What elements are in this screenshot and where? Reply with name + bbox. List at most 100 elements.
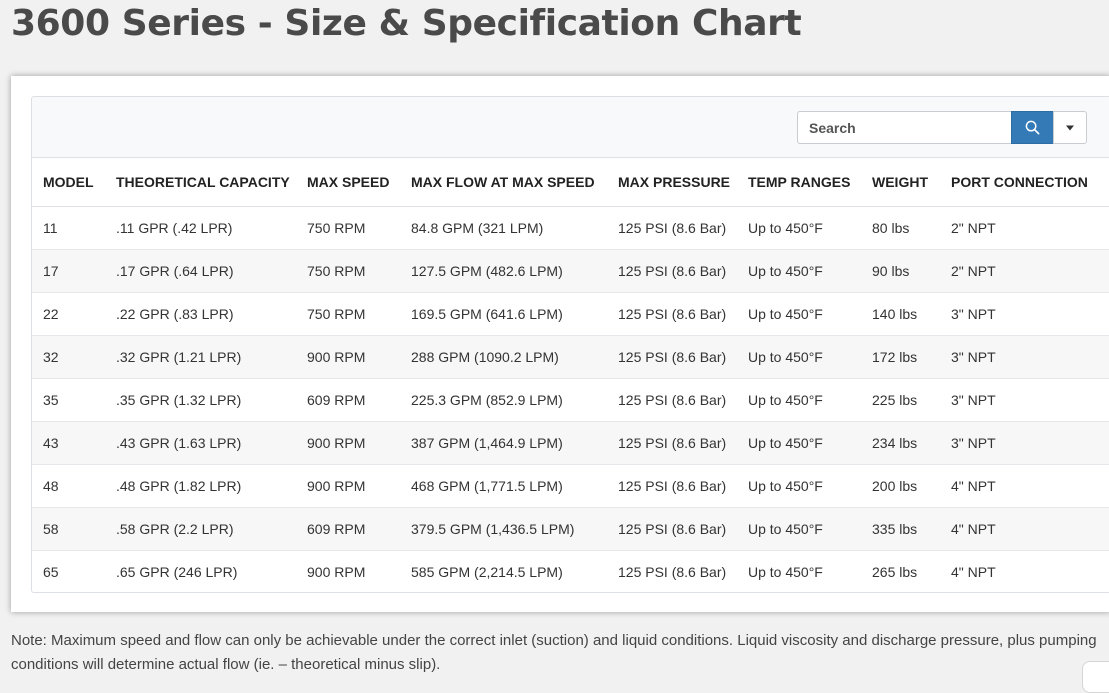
cell-model: 65 <box>43 563 59 580</box>
cell-max-speed: 750 RPM <box>296 206 400 250</box>
cell-port-connection: 3" NPT <box>940 421 1109 465</box>
cell-max-pressure: 125 PSI (8.6 Bar) <box>607 421 737 465</box>
cell-model: 58 <box>32 507 105 551</box>
cell-port-connection: 2" NPT <box>940 206 1109 250</box>
cell-theoretical-capacity: .11 GPR (.42 LPR) <box>105 206 296 250</box>
cell-max-flow: 169.5 GPM (641.6 LPM) <box>400 292 607 336</box>
column-header-max-pressure[interactable]: MAX PRESSURE <box>607 158 737 207</box>
column-header-weight[interactable]: WEIGHT <box>861 158 940 207</box>
columns-dropdown-button[interactable] <box>1053 111 1087 144</box>
cell-max-speed: 609 RPM <box>296 378 400 422</box>
caret-down-icon <box>1066 125 1074 130</box>
search-input[interactable] <box>797 111 1012 144</box>
cell-weight: 234 lbs <box>861 421 940 465</box>
cell-port-connection: 3" NPT <box>940 335 1109 379</box>
table-row: 35.35 GPR (1.32 LPR) 609 RPM 225.3 GPM (85… <box>32 378 1109 422</box>
cell-weight: 265 lbs <box>872 563 918 580</box>
cell-weight: 172 lbs <box>861 335 940 379</box>
cell-temp-ranges: Up to 450°F <box>737 292 861 336</box>
cell-max-speed: 750 RPM <box>296 292 400 336</box>
cell-max-flow: 225.3 GPM (852.9 LPM) <box>400 378 607 422</box>
spec-card: MODELTHEORETICAL CAPACITYMAX SPEEDMAX FL… <box>11 76 1109 612</box>
cell-temp-ranges: Up to 450°F <box>737 206 861 250</box>
cell-port-connection: 3" NPT <box>940 292 1109 336</box>
cell-model: 48 <box>32 464 105 508</box>
table-toolbar <box>32 97 1109 158</box>
column-header-max-speed[interactable]: MAX SPEED <box>296 158 400 207</box>
cell-max-flow: 379.5 GPM (1,436.5 LPM) <box>400 507 607 551</box>
cell-theoretical-capacity: .58 GPR (2.2 LPR) <box>105 507 296 551</box>
cell-port-connection: 3" NPT <box>940 378 1109 422</box>
cell-max-pressure: 125 PSI (8.6 Bar) <box>607 206 737 250</box>
column-header-theoretical-capacity[interactable]: THEORETICAL CAPACITY <box>105 158 296 207</box>
cell-model: 32 <box>32 335 105 379</box>
cell-temp-ranges: Up to 450°F <box>737 421 861 465</box>
cell-max-flow: 127.5 GPM (482.6 LPM) <box>400 249 607 293</box>
header-row: MODEL THEORETICAL CAPACITY MAX SPEED MAX FL… <box>32 158 1109 207</box>
cell-max-speed: 900 RPM <box>296 335 400 379</box>
column-header-port-connection[interactable]: PORT CONNECTION <box>940 158 1109 207</box>
column-header-model[interactable]: MODEL <box>32 158 105 207</box>
cell-theoretical-capacity: .48 GPR (1.82 LPR) <box>105 464 296 508</box>
table-row: 65 .65 GPR (246 LPR) 900 RPM 585 GPM (2,214… <box>32 550 1109 592</box>
column-header-temp-ranges[interactable]: TEMP RANGES <box>737 158 861 207</box>
cell-max-speed: 900 RPM <box>296 421 400 465</box>
cell-max-flow: 585 GPM (2,214.5 LPM) <box>411 563 563 580</box>
cell-max-pressure: 125 PSI (8.6 Bar) <box>607 249 737 293</box>
table-row: 11.11 GPR (.42 LPR) 750 RPM 84.8 GPM (321 … <box>32 206 1109 250</box>
cell-max-speed: 609 RPM <box>296 507 400 551</box>
footnote: Note: Maximum speed and flow can only be… <box>11 632 1097 673</box>
cell-port-connection: 4" NPT <box>951 563 996 580</box>
cell-model: 11 <box>32 206 105 250</box>
table-body: 11.11 GPR (.42 LPR) 750 RPM 84.8 GPM (321 … <box>32 206 1109 592</box>
cell-max-speed: 750 RPM <box>296 249 400 293</box>
cell-max-pressure: 125 PSI (8.6 Bar) <box>618 563 727 580</box>
floating-widget[interactable] <box>1082 661 1109 693</box>
cell-max-flow: 288 GPM (1090.2 LPM) <box>400 335 607 379</box>
table-row: 32.32 GPR (1.21 LPR) 900 RPM 288 GPM (1090… <box>32 335 1109 379</box>
cell-model: 22 <box>32 292 105 336</box>
table-row: 43.43 GPR (1.63 LPR) 900 RPM 387 GPM (1,46… <box>32 421 1109 465</box>
cell-max-pressure: 125 PSI (8.6 Bar) <box>607 464 737 508</box>
cell-theoretical-capacity: .17 GPR (.64 LPR) <box>105 249 296 293</box>
cell-weight: 335 lbs <box>861 507 940 551</box>
spec-table: MODEL THEORETICAL CAPACITY MAX SPEED MAX FL… <box>32 158 1109 592</box>
cell-max-flow: 468 GPM (1,771.5 LPM) <box>400 464 607 508</box>
page-title: 3600 Series - Size & Specification Chart <box>11 3 802 44</box>
cell-max-speed: 900 RPM <box>307 563 366 580</box>
cell-temp-ranges: Up to 450°F <box>737 335 861 379</box>
cell-weight: 80 lbs <box>861 206 940 250</box>
cell-temp-ranges: Up to 450°F <box>737 464 861 508</box>
cell-weight: 90 lbs <box>861 249 940 293</box>
cell-weight: 140 lbs <box>861 292 940 336</box>
table-panel: MODELTHEORETICAL CAPACITYMAX SPEEDMAX FL… <box>31 96 1109 593</box>
column-header-max-flow[interactable]: MAX FLOW AT MAX SPEED <box>400 158 607 207</box>
cell-weight: 200 lbs <box>861 464 940 508</box>
cell-model: 43 <box>32 421 105 465</box>
cell-model: 35 <box>32 378 105 422</box>
cell-max-flow: 387 GPM (1,464.9 LPM) <box>400 421 607 465</box>
cell-max-pressure: 125 PSI (8.6 Bar) <box>607 378 737 422</box>
search-button[interactable] <box>1011 111 1054 144</box>
cell-theoretical-capacity: .65 GPR (246 LPR) <box>116 563 238 580</box>
cell-temp-ranges: Up to 450°F <box>737 378 861 422</box>
table-row: 48.48 GPR (1.82 LPR) 900 RPM 468 GPM (1,77… <box>32 464 1109 508</box>
cell-max-pressure: 125 PSI (8.6 Bar) <box>607 507 737 551</box>
cell-theoretical-capacity: .43 GPR (1.63 LPR) <box>105 421 296 465</box>
cell-temp-ranges: Up to 450°F <box>737 249 861 293</box>
table-row: 58.58 GPR (2.2 LPR) 609 RPM 379.5 GPM (1,4… <box>32 507 1109 551</box>
cell-model: 17 <box>32 249 105 293</box>
cell-theoretical-capacity: .32 GPR (1.21 LPR) <box>105 335 296 379</box>
cell-max-flow: 84.8 GPM (321 LPM) <box>400 206 607 250</box>
cell-max-pressure: 125 PSI (8.6 Bar) <box>607 292 737 336</box>
cell-theoretical-capacity: .35 GPR (1.32 LPR) <box>105 378 296 422</box>
search-icon <box>1025 120 1040 135</box>
cell-theoretical-capacity: .22 GPR (.83 LPR) <box>105 292 296 336</box>
cell-weight: 225 lbs <box>861 378 940 422</box>
cell-port-connection: 4" NPT <box>940 507 1109 551</box>
table-row: 17.17 GPR (.64 LPR) 750 RPM 127.5 GPM (482… <box>32 249 1109 293</box>
cell-temp-ranges: Up to 450°F <box>748 563 823 580</box>
cell-port-connection: 2" NPT <box>940 249 1109 293</box>
cell-temp-ranges: Up to 450°F <box>737 507 861 551</box>
cell-port-connection: 4" NPT <box>940 464 1109 508</box>
